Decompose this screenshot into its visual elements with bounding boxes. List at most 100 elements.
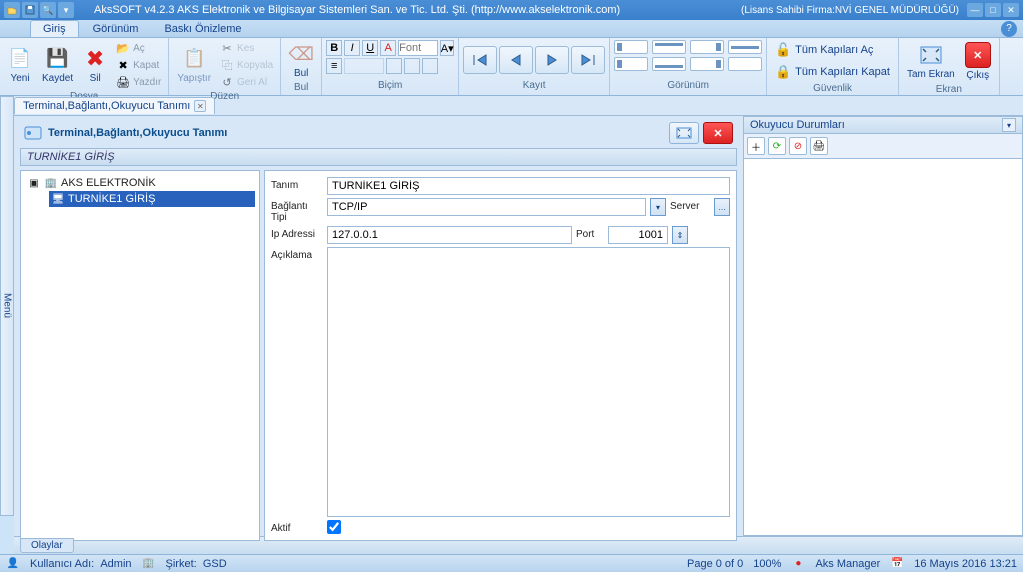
- qat-find-icon[interactable]: 🔍: [40, 2, 56, 18]
- app-title: AksSOFT v4.2.3 AKS Elektronik ve Bilgisa…: [94, 4, 741, 16]
- yapistir-button[interactable]: 📋Yapıştır: [173, 45, 215, 86]
- rp-print-button[interactable]: 🖨: [810, 137, 828, 155]
- layout-rb-button[interactable]: [690, 57, 724, 71]
- ribbon-group-guvenlik: 🔓Tüm Kapıları Aç 🔒Tüm Kapıları Kapat Güv…: [767, 38, 899, 95]
- tree-child-selected[interactable]: 🖥 TURNİKE1 GİRİŞ: [49, 191, 255, 207]
- ribbon: 📄Yeni 💾Kaydet ✖Sil 📂Aç ✖Kapat 🖨Yazdır Do…: [0, 38, 1023, 96]
- layout-mid-button[interactable]: [728, 40, 762, 54]
- ip-input[interactable]: [327, 226, 572, 244]
- aktif-checkbox[interactable]: [327, 520, 341, 534]
- yeni-button[interactable]: 📄Yeni: [4, 45, 36, 86]
- tab-gorunum[interactable]: Görünüm: [81, 21, 151, 37]
- find-icon: ⌫: [289, 42, 313, 66]
- bold-button[interactable]: B: [326, 40, 342, 56]
- rp-delete-button[interactable]: ⊘: [789, 137, 807, 155]
- maximize-button[interactable]: □: [985, 3, 1001, 17]
- tum-kapilari-kapat-button[interactable]: 🔒Tüm Kapıları Kapat: [771, 62, 894, 82]
- italic-button[interactable]: I: [344, 40, 360, 56]
- qat-open-icon[interactable]: [4, 2, 20, 18]
- layout-bot-button[interactable]: [652, 57, 686, 71]
- font-color-dropdown[interactable]: A▾: [440, 40, 454, 56]
- layout-lb-button[interactable]: [614, 57, 648, 71]
- ac-button[interactable]: 📂Aç: [113, 40, 164, 56]
- underline-button[interactable]: U: [362, 40, 378, 56]
- align-l-button[interactable]: [386, 58, 402, 74]
- aciklama-textarea[interactable]: [327, 247, 730, 517]
- baglanti-input[interactable]: [327, 198, 646, 216]
- document-tabs: Terminal,Bağlantı,Okuyucu Tanımı ✕: [14, 96, 1023, 116]
- doc-close-button[interactable]: ✕: [703, 122, 733, 144]
- document-tab-close-icon[interactable]: ✕: [194, 100, 206, 112]
- sil-button[interactable]: ✖Sil: [79, 45, 111, 86]
- align-r-button[interactable]: [422, 58, 438, 74]
- manager-status-icon: ●: [791, 557, 805, 571]
- server-dropdown-icon[interactable]: …: [714, 198, 730, 216]
- close-button[interactable]: ✕: [1003, 3, 1019, 17]
- copy-icon: ⿻: [220, 58, 234, 72]
- tree-collapse-icon[interactable]: ▣: [27, 176, 41, 190]
- tanim-input[interactable]: [327, 177, 730, 195]
- zoom-status: 100%: [753, 558, 781, 570]
- kapat-button[interactable]: ✖Kapat: [113, 57, 164, 73]
- page-status: Page 0 of 0: [687, 558, 743, 570]
- tanim-label: Tanım: [271, 177, 323, 191]
- port-input[interactable]: [608, 226, 668, 244]
- bul-button[interactable]: ⌫Bul: [285, 40, 317, 81]
- save-icon: 💾: [46, 47, 70, 71]
- layout-lt-button[interactable]: [614, 40, 648, 54]
- cut-icon: ✂: [220, 41, 234, 55]
- nav-prev-button[interactable]: [499, 46, 533, 74]
- yazdir-button[interactable]: 🖨Yazdır: [113, 74, 164, 90]
- font-combo[interactable]: [398, 40, 438, 56]
- gerial-button[interactable]: ↺Geri Al: [217, 74, 276, 90]
- nav-next-button[interactable]: [535, 46, 569, 74]
- kaydet-button[interactable]: 💾Kaydet: [38, 45, 77, 86]
- ribbon-group-kayit: Kayıt: [459, 38, 610, 95]
- rp-add-button[interactable]: ＋: [747, 137, 765, 155]
- baglanti-dropdown-icon[interactable]: ▾: [650, 198, 666, 216]
- document-tab[interactable]: Terminal,Bağlantı,Okuyucu Tanımı ✕: [14, 97, 215, 114]
- tree-root[interactable]: ▣ 🏢 AKS ELEKTRONİK: [25, 175, 255, 191]
- tum-kapilari-ac-button[interactable]: 🔓Tüm Kapıları Aç: [771, 40, 894, 60]
- port-spinner-icon[interactable]: ⇕: [672, 226, 688, 244]
- ribbon-group-gorunum: Görünüm: [610, 38, 767, 95]
- tab-giris[interactable]: Giriş: [30, 20, 79, 37]
- right-panel-title: Okuyucu Durumları: [750, 119, 1002, 131]
- layout-blank-button[interactable]: [728, 57, 762, 71]
- font-color-button[interactable]: A: [380, 40, 396, 56]
- nav-last-button[interactable]: [571, 46, 605, 74]
- tab-olaylar[interactable]: Olaylar: [20, 538, 74, 553]
- tam-ekran-button[interactable]: Tam Ekran: [903, 41, 959, 82]
- help-icon[interactable]: ?: [1001, 21, 1017, 37]
- server-label: Server: [670, 198, 710, 212]
- menu-sidebar[interactable]: Menü: [0, 96, 14, 516]
- port-label: Port: [576, 226, 604, 240]
- align-c-button[interactable]: [404, 58, 420, 74]
- right-panel-collapse-icon[interactable]: ▾: [1002, 118, 1016, 132]
- license-text: (Lisans Sahibi Firma:NVİ GENEL MÜDÜRLÜĞÜ…: [741, 5, 959, 16]
- align-conditional-button[interactable]: [344, 58, 384, 74]
- open-icon: 📂: [116, 41, 130, 55]
- layout-rt-button[interactable]: [690, 40, 724, 54]
- kopyala-button[interactable]: ⿻Kopyala: [217, 57, 276, 73]
- rp-refresh-button[interactable]: ⟳: [768, 137, 786, 155]
- minimize-button[interactable]: —: [967, 3, 983, 17]
- group-label: Görünüm: [614, 79, 762, 93]
- qat-dropdown-icon[interactable]: ▾: [58, 2, 74, 18]
- group-label: Biçim: [326, 79, 454, 93]
- user-value: Admin: [100, 558, 131, 570]
- align-left-button[interactable]: ≡: [326, 58, 342, 74]
- new-icon: 📄: [8, 47, 32, 71]
- tab-baski[interactable]: Baskı Önizleme: [152, 21, 253, 37]
- nav-first-button[interactable]: [463, 46, 497, 74]
- kes-button[interactable]: ✂Kes: [217, 40, 276, 56]
- cikis-button[interactable]: ✕Çıkış: [961, 40, 995, 83]
- qat-save-icon[interactable]: [22, 2, 38, 18]
- tree-panel: ▣ 🏢 AKS ELEKTRONİK 🖥 TURNİKE1 GİRİŞ: [20, 170, 260, 541]
- document-subheader: TURNİKE1 GİRİŞ: [20, 148, 737, 166]
- print-icon: 🖨: [116, 75, 130, 89]
- layout-top-button[interactable]: [652, 40, 686, 54]
- doc-fullscreen-button[interactable]: [669, 122, 699, 144]
- group-label: Kayıt: [463, 79, 605, 93]
- document-header: Terminal,Bağlantı,Okuyucu Tanımı ✕: [16, 118, 741, 148]
